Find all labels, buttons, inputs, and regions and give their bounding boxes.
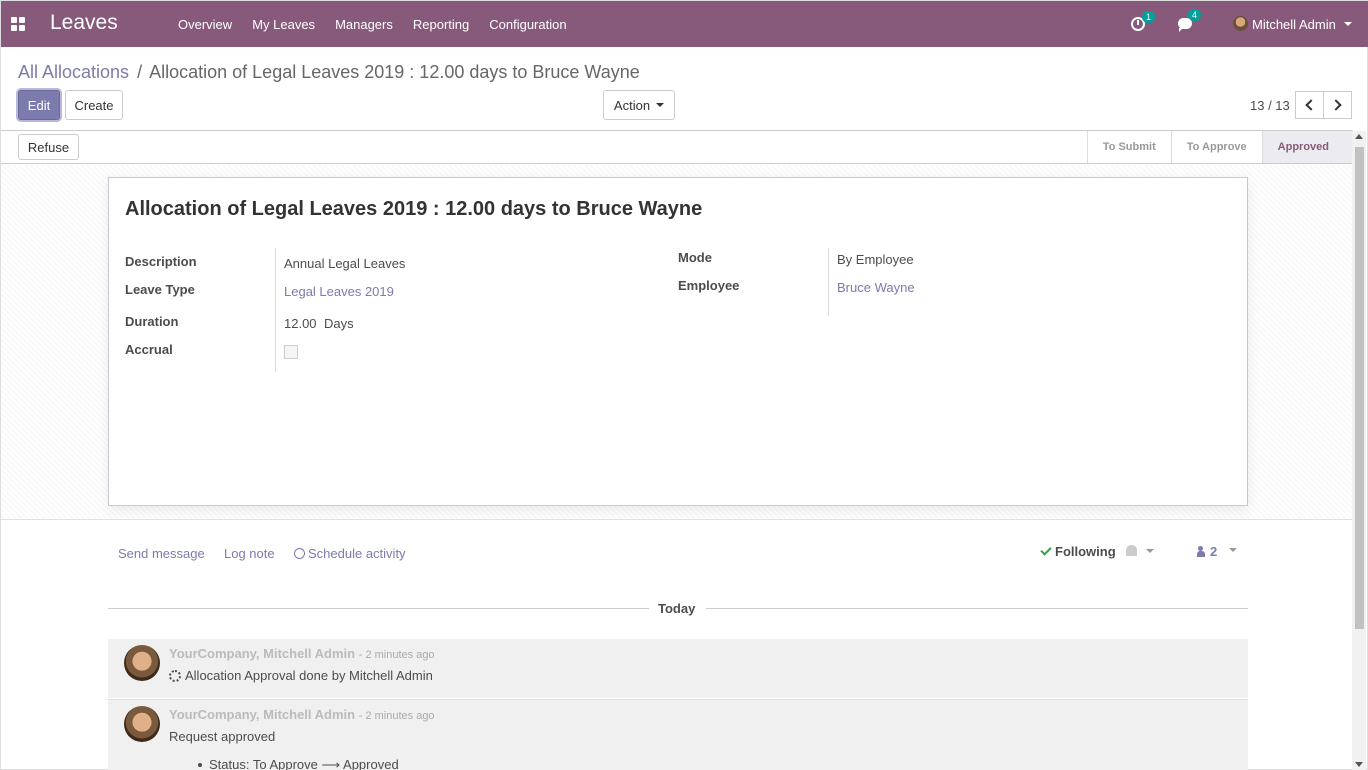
pager-previous-button[interactable] — [1295, 91, 1324, 119]
employee-label: Employee — [678, 278, 740, 293]
send-message-button[interactable]: Send message — [118, 546, 205, 561]
cog-icon — [169, 670, 181, 682]
action-dropdown[interactable]: Action — [603, 90, 675, 120]
following-button[interactable]: Following — [1040, 544, 1116, 559]
accrual-checkbox[interactable] — [284, 345, 298, 359]
main-menu: Overview My Leaves Managers Reporting Co… — [178, 17, 587, 32]
author-avatar[interactable] — [124, 645, 160, 681]
form-sheet: Allocation of Legal Leaves 2019 : 12.00 … — [108, 177, 1248, 506]
breadcrumb-separator: / — [137, 62, 143, 82]
description-label: Description — [125, 254, 197, 269]
pager-next-button[interactable] — [1323, 91, 1352, 119]
app-name: Leaves — [50, 11, 118, 34]
stage-to-submit[interactable]: To Submit — [1086, 131, 1171, 163]
message-body-text: Allocation Approval done by Mitchell Adm… — [185, 668, 433, 683]
scrollbar-thumb[interactable] — [1355, 147, 1364, 629]
messages-badge: 4 — [1188, 9, 1202, 21]
user-menu-name[interactable]: Mitchell Admin — [1252, 17, 1336, 32]
followers-count: 2 — [1210, 544, 1218, 559]
breadcrumb-current: Allocation of Legal Leaves 2019 : 12.00 … — [149, 62, 640, 82]
chatter-message: YourCompany, Mitchell Admin - 2 minutes … — [108, 639, 1248, 698]
mode-value[interactable]: By Employee — [837, 252, 914, 267]
accrual-label: Accrual — [125, 342, 173, 357]
message-author-name[interactable]: YourCompany, Mitchell Admin — [169, 707, 355, 722]
schedule-activity-label: Schedule activity — [308, 546, 406, 561]
chevron-right-icon — [1330, 99, 1342, 111]
field-separator-left — [275, 248, 276, 372]
message-author: YourCompany, Mitchell Admin - 2 minutes … — [169, 646, 435, 661]
followers-caret-icon[interactable] — [1229, 548, 1237, 552]
tracking-value: Status: To Approve ⟶ Approved — [198, 757, 399, 770]
mode-label: Mode — [678, 250, 712, 265]
bell-icon[interactable] — [1126, 545, 1137, 556]
action-dropdown-label: Action — [613, 97, 651, 113]
menu-item-reporting[interactable]: Reporting — [413, 17, 469, 32]
edit-button[interactable]: Edit — [18, 90, 60, 120]
record-title: Allocation of Legal Leaves 2019 : 12.00 … — [125, 198, 703, 220]
date-separator-line-right — [706, 608, 1248, 609]
employee-link[interactable]: Bruce Wayne — [837, 280, 915, 295]
subscription-caret-icon[interactable] — [1146, 549, 1154, 553]
author-avatar[interactable] — [124, 706, 160, 742]
user-menu-caret-icon[interactable] — [1344, 22, 1352, 26]
message-date: - 2 minutes ago — [358, 710, 435, 722]
log-note-button[interactable]: Log note — [224, 546, 275, 561]
leave-type-link[interactable]: Legal Leaves 2019 — [284, 284, 394, 299]
stage-approved[interactable]: Approved — [1261, 131, 1353, 163]
menu-item-my-leaves[interactable]: My Leaves — [252, 17, 315, 32]
date-separator-line-left — [108, 608, 649, 609]
activities-badge: 1 — [1142, 11, 1156, 23]
form-statusbar: Refuse To Submit To Approve Approved — [1, 130, 1353, 164]
messages-icon[interactable]: 4 — [1178, 9, 1202, 32]
top-navbar: Leaves Overview My Leaves Managers Repor… — [1, 1, 1368, 47]
leave-type-label: Leave Type — [125, 282, 195, 297]
chevron-left-icon — [1305, 99, 1317, 111]
pager-value[interactable]: 13 / 13 — [1250, 98, 1290, 113]
page-scrollbar[interactable] — [1352, 131, 1366, 770]
message-body-text: Request approved — [169, 729, 276, 744]
field-separator-right — [828, 248, 829, 316]
stage-to-approve[interactable]: To Approve — [1170, 131, 1262, 163]
create-button[interactable]: Create — [65, 90, 123, 120]
breadcrumb: All Allocations / Allocation of Legal Le… — [18, 62, 640, 83]
schedule-activity-button[interactable]: Schedule activity — [294, 546, 406, 561]
following-label: Following — [1055, 544, 1116, 559]
message-body: Allocation Approval done by Mitchell Adm… — [169, 668, 433, 683]
refuse-button[interactable]: Refuse — [18, 134, 79, 160]
message-author-name[interactable]: YourCompany, Mitchell Admin — [169, 646, 355, 661]
followers-button[interactable]: 2 — [1197, 544, 1217, 559]
scroll-up-arrow-icon[interactable] — [1355, 134, 1363, 139]
user-avatar[interactable] — [1233, 16, 1248, 31]
scroll-down-arrow-icon[interactable] — [1355, 762, 1363, 767]
clock-icon — [294, 548, 305, 559]
message-date: - 2 minutes ago — [358, 649, 435, 661]
date-separator-label: Today — [658, 601, 696, 616]
breadcrumb-all-allocations[interactable]: All Allocations — [18, 62, 129, 82]
stage-selector: To Submit To Approve Approved — [1086, 131, 1353, 163]
message-author: YourCompany, Mitchell Admin - 2 minutes … — [169, 707, 435, 722]
duration-label: Duration — [125, 314, 179, 329]
caret-down-icon — [656, 103, 665, 107]
duration-unit: Days — [324, 316, 354, 331]
description-value[interactable]: Annual Legal Leaves — [284, 256, 405, 271]
apps-menu-icon[interactable] — [11, 17, 25, 31]
menu-item-managers[interactable]: Managers — [335, 17, 393, 32]
duration-value[interactable]: 12.00 — [284, 316, 317, 331]
check-icon — [1040, 544, 1052, 556]
chatter-message: YourCompany, Mitchell Admin - 2 minutes … — [108, 699, 1248, 770]
user-icon — [1197, 546, 1205, 557]
menu-item-configuration[interactable]: Configuration — [489, 17, 566, 32]
menu-item-overview[interactable]: Overview — [178, 17, 232, 32]
create-button-label: Create — [74, 97, 114, 113]
activities-icon[interactable]: 1 — [1131, 11, 1156, 31]
